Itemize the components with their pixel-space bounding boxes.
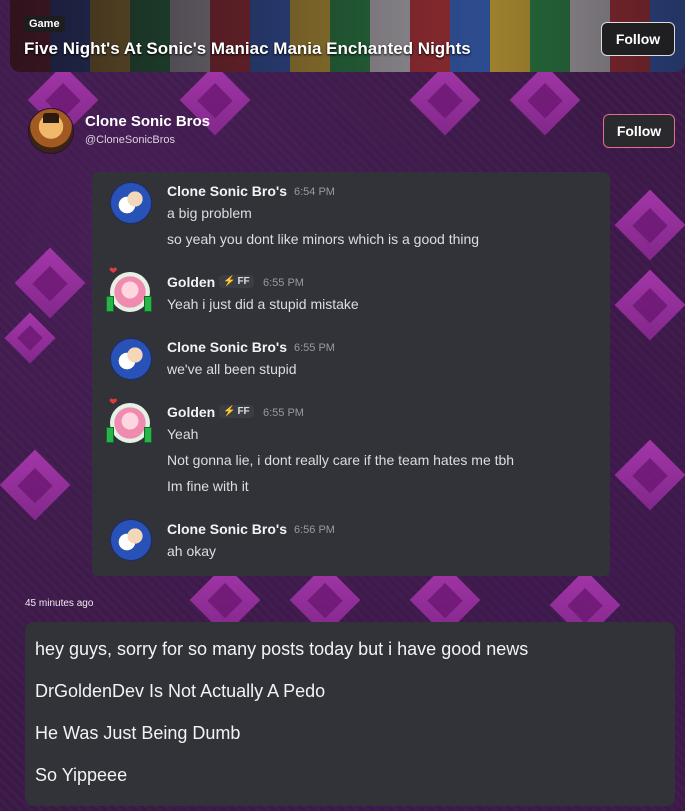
post-text: DrGoldenDev Is Not Actually A Pedo [35,681,326,701]
bg-diamond [614,269,685,341]
bg-diamond [409,64,481,136]
message-username: Golden [167,274,216,290]
heart-icon: ❤ [109,397,118,408]
follow-author-button[interactable]: Follow [603,114,675,148]
follow-game-button[interactable]: Follow [601,22,675,56]
bg-diamond [614,439,685,511]
message-text: Not gonna lie, i dont really care if the… [167,452,515,468]
message-timestamp: 6:56 PM [294,524,335,536]
author-name[interactable]: Clone Sonic Bros [85,113,210,130]
user-avatar [110,338,152,380]
decoration-icon [106,296,114,312]
game-banner[interactable]: Game Five Night's At Sonic's Maniac Mani… [10,0,685,72]
post-timestamp: 45 minutes ago [25,598,94,609]
message-text: ah okay [167,543,217,559]
chat-screenshot: Clone Sonic Bro's 6:54 PM a big problem … [92,172,610,576]
message-timestamp: 6:55 PM [294,342,335,354]
message-text: Yeah i just did a stupid mistake [167,296,359,312]
bg-diamond [4,312,56,364]
bg-diamond [614,189,685,261]
user-avatar [110,182,152,224]
author-avatar[interactable] [28,108,74,154]
author-handle[interactable]: @CloneSonicBros [85,134,175,146]
message-timestamp: 6:55 PM [263,277,304,289]
post-text: He Was Just Being Dumb [35,723,241,743]
message-timestamp: 6:54 PM [294,186,335,198]
category-badge: Game [24,16,65,32]
message-text: Im fine with it [167,478,249,494]
message-text: Yeah [167,426,199,442]
post-body: hey guys, sorry for so many posts today … [25,622,675,806]
bg-diamond [0,449,71,521]
bolt-icon: ⚡ [223,276,236,287]
message-text: a big problem [167,205,252,221]
message-text: so yeah you dont like minors which is a … [167,231,480,247]
bg-diamond [14,247,86,319]
decoration-icon [144,296,152,312]
server-tag-label: FF [237,406,250,417]
message-username: Golden [167,404,216,420]
server-tag: ⚡ FF [219,405,254,418]
message-username: Clone Sonic Bro's [167,183,288,199]
message-timestamp: 6:55 PM [263,407,304,419]
game-title[interactable]: Five Night's At Sonic's Maniac Mania Enc… [24,39,471,59]
server-tag-label: FF [237,276,250,287]
user-avatar [110,519,152,561]
heart-icon: ❤ [109,266,118,277]
message-text: we've all been stupid [167,361,297,377]
server-tag: ⚡ FF [219,275,254,288]
decoration-icon [106,427,114,443]
message-username: Clone Sonic Bro's [167,339,288,355]
bg-diamond [509,64,581,136]
message-username: Clone Sonic Bro's [167,521,288,537]
post-text: hey guys, sorry for so many posts today … [35,639,529,659]
post-text: So Yippeee [35,765,128,785]
bolt-icon: ⚡ [223,406,236,417]
decoration-icon [144,427,152,443]
